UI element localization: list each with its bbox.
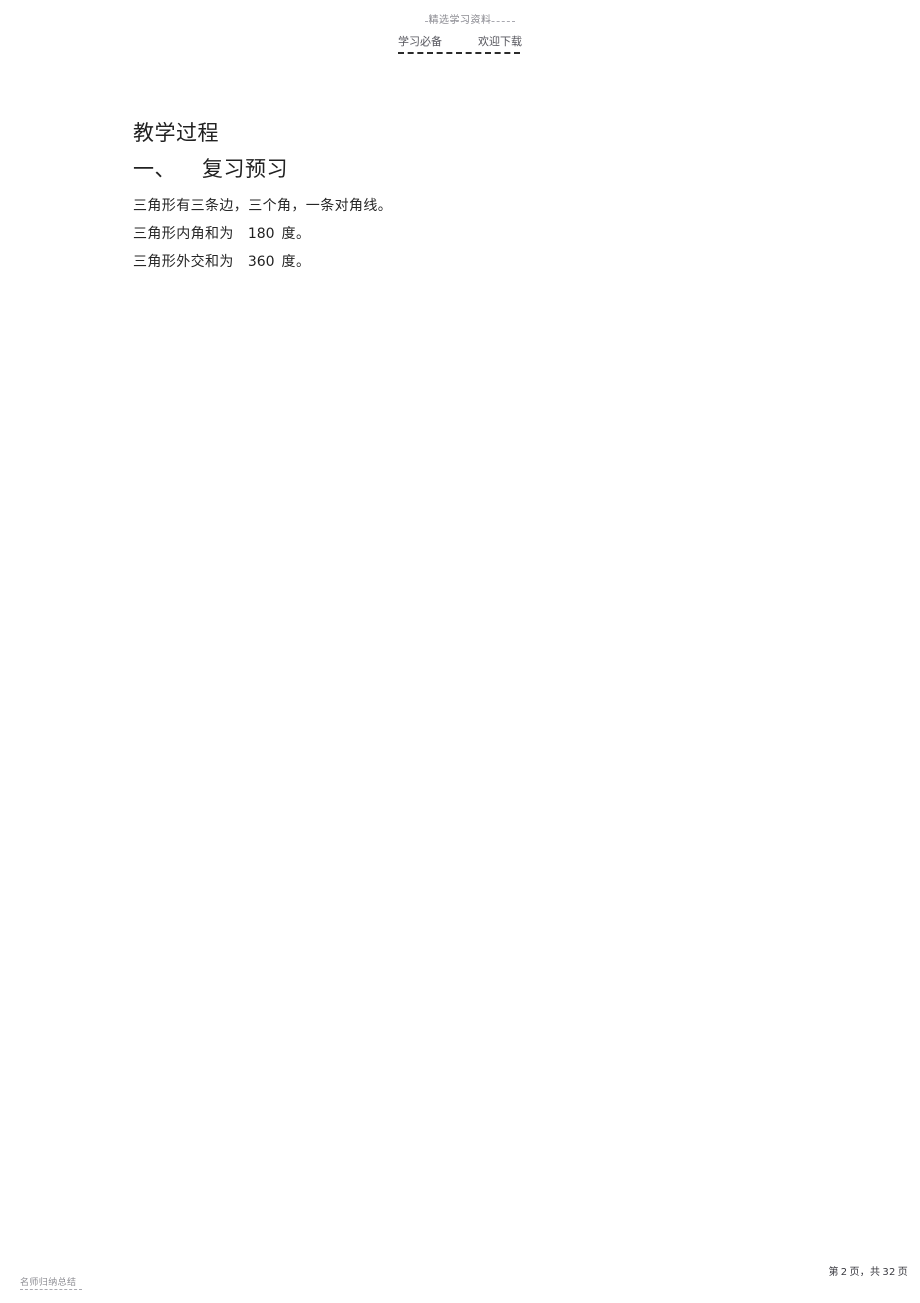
page-title: 教学过程 bbox=[133, 121, 219, 145]
statement-row: 三角形外交和为 360 度。 bbox=[133, 248, 793, 276]
page-number-prefix: 第 bbox=[828, 1267, 839, 1278]
statement-lead: 三角形外交和为 bbox=[133, 254, 234, 270]
header-left-label: 学习必备 bbox=[398, 35, 442, 48]
section-label: 复习预习 bbox=[202, 157, 288, 181]
document-header: 学习必备 欢迎下载 bbox=[398, 35, 522, 49]
watermark-bottom-text: 名师归纳总结 bbox=[20, 1278, 77, 1288]
document-page: 精选学习资料 学习必备 欢迎下载 教学过程 一、 复习预习 三角形有三条边，三个… bbox=[0, 0, 920, 1303]
watermark-bottom: 名师归纳总结 bbox=[20, 1270, 76, 1289]
header-divider bbox=[398, 52, 520, 54]
watermark-bottom-divider bbox=[20, 1289, 82, 1290]
document-body: 教学过程 一、 复习预习 三角形有三条边，三个角，一条对角线。 三角形内角和为 … bbox=[133, 118, 793, 276]
section-number: 一、 bbox=[133, 157, 176, 181]
page-number-suffix: 页 bbox=[897, 1267, 908, 1278]
page-number-middle: 页，共 bbox=[849, 1267, 881, 1278]
statement-row: 三角形内角和为 180 度。 bbox=[133, 220, 793, 248]
statement-tail: 度。 bbox=[281, 254, 311, 270]
watermark-top-divider bbox=[425, 21, 515, 22]
page-number-total: 32 bbox=[882, 1267, 896, 1278]
page-number-current: 2 bbox=[840, 1267, 848, 1278]
statement-value: 360 bbox=[247, 254, 275, 270]
header-right-label: 欢迎下载 bbox=[478, 35, 522, 48]
page-number: 第 2 页，共 32 页 bbox=[828, 1266, 908, 1279]
statement-lead: 三角形内角和为 bbox=[133, 226, 234, 242]
watermark-top: 精选学习资料 bbox=[0, 8, 920, 27]
statement-tail: 度。 bbox=[281, 226, 311, 242]
statement-value: 180 bbox=[247, 226, 275, 242]
section-heading: 一、 复习预习 bbox=[133, 154, 793, 184]
body-paragraph: 三角形有三条边，三个角，一条对角线。 bbox=[133, 198, 393, 214]
